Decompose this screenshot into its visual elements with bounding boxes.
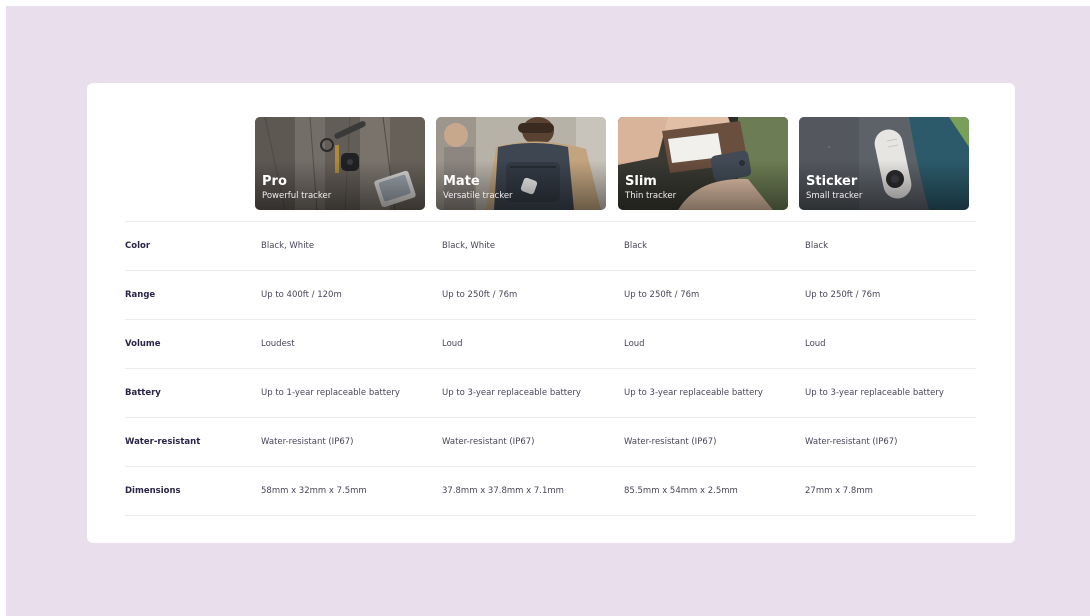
spec-value: 58mm x 32mm x 7.5mm — [261, 486, 367, 496]
spec-value: Loudest — [261, 339, 295, 349]
spec-value: Loud — [624, 339, 645, 349]
spec-value: Black — [624, 241, 647, 251]
spec-value: 37.8mm x 37.8mm x 7.1mm — [442, 486, 564, 496]
spec-value: 85.5mm x 54mm x 2.5mm — [624, 486, 738, 496]
product-name: Sticker — [806, 174, 858, 189]
spec-row-color: Color Black, White Black, White Black Bl… — [125, 221, 976, 270]
row-label: Water-resistant — [125, 437, 201, 447]
comparison-card: Pro Powerful tracker Mate Versatile trac… — [87, 83, 1015, 543]
spec-value: Up to 250ft / 76m — [624, 290, 700, 300]
product-tagline: Thin tracker — [625, 191, 677, 201]
product-card-pro[interactable]: Pro Powerful tracker — [255, 117, 425, 210]
product-tagline: Powerful tracker — [262, 191, 332, 201]
row-label: Range — [125, 290, 156, 300]
product-card-mate[interactable]: Mate Versatile tracker — [436, 117, 606, 210]
spec-row-water-resistant: Water-resistant Water-resistant (IP67) W… — [125, 417, 976, 466]
spec-value: Up to 3-year replaceable battery — [624, 388, 763, 398]
row-label: Volume — [125, 339, 161, 349]
product-card-sticker[interactable]: Sticker Small tracker — [799, 117, 969, 210]
row-label: Dimensions — [125, 486, 181, 496]
spec-value: Up to 1-year replaceable battery — [261, 388, 400, 398]
spec-value: Black — [805, 241, 828, 251]
product-name: Slim — [625, 174, 657, 189]
spec-value: Loud — [805, 339, 826, 349]
product-name: Mate — [443, 174, 480, 189]
spec-value: Up to 3-year replaceable battery — [442, 388, 581, 398]
spec-comparison-table: Color Black, White Black, White Black Bl… — [125, 221, 976, 516]
spec-row-volume: Volume Loudest Loud Loud Loud — [125, 319, 976, 368]
row-label: Color — [125, 241, 151, 251]
spec-value: Up to 250ft / 76m — [442, 290, 518, 300]
spec-row-dimensions: Dimensions 58mm x 32mm x 7.5mm 37.8mm x … — [125, 466, 976, 516]
product-tagline: Small tracker — [806, 191, 863, 201]
row-label: Battery — [125, 388, 161, 398]
spec-value: Water-resistant (IP67) — [805, 437, 898, 447]
spec-row-range: Range Up to 400ft / 120m Up to 250ft / 7… — [125, 270, 976, 319]
spec-value: Water-resistant (IP67) — [442, 437, 535, 447]
spec-value: Black, White — [261, 241, 315, 251]
product-name: Pro — [262, 174, 287, 189]
spec-value: Up to 250ft / 76m — [805, 290, 881, 300]
spec-row-battery: Battery Up to 1-year replaceable battery… — [125, 368, 976, 417]
product-card-slim[interactable]: Slim Thin tracker — [618, 117, 788, 210]
product-tagline: Versatile tracker — [443, 191, 513, 201]
spec-value: Up to 400ft / 120m — [261, 290, 342, 300]
spec-value: Water-resistant (IP67) — [261, 437, 354, 447]
spec-value: Up to 3-year replaceable battery — [805, 388, 944, 398]
spec-value: Black, White — [442, 241, 496, 251]
spec-value: Loud — [442, 339, 463, 349]
spec-value: Water-resistant (IP67) — [624, 437, 717, 447]
spec-value: 27mm x 7.8mm — [805, 486, 873, 496]
